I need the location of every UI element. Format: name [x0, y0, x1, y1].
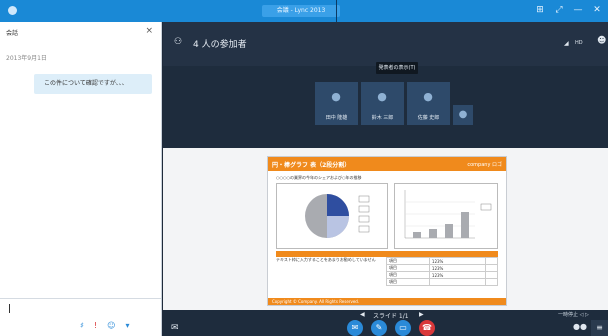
- table-cell: 123%: [428, 257, 487, 265]
- table-cell: 123%: [428, 271, 487, 279]
- participant-count[interactable]: 4 人の参加者: [193, 37, 247, 50]
- avatar-icon: ●: [331, 90, 341, 103]
- expand-icon[interactable]: ⤢: [554, 5, 564, 15]
- table-row: 項目 123%: [386, 271, 498, 279]
- minimize-icon[interactable]: —: [573, 5, 583, 15]
- self-tile[interactable]: ●: [453, 105, 473, 125]
- window-controls: ⊞ ⤢ — ✕: [535, 5, 602, 15]
- tooltip: 発表者の表示(T): [376, 62, 418, 74]
- emoticon-icon[interactable]: ☺: [107, 321, 115, 330]
- slide-table: 項目 123% 項目 123% 項目 123% 項目: [386, 257, 498, 286]
- participant-gallery: ● 田中 隆雄 ● 鈴木 三郎 ● 佐藤 史郎 ●: [315, 82, 473, 125]
- chat-date: 2013年9月1日: [6, 55, 47, 62]
- quality-label: HD: [575, 40, 583, 46]
- participant-tile[interactable]: ● 佐藤 史郎: [407, 82, 450, 125]
- pie-chart-box: [276, 183, 388, 249]
- signal-icon: ◢: [564, 40, 569, 47]
- person-icon[interactable]: ☻: [597, 36, 606, 46]
- presented-slide: 円・棒グラフ 表（2段分割） company ロゴ ○○○○の業界の今年のシェア…: [267, 156, 507, 306]
- table-cell: [485, 264, 498, 272]
- pie-legend-item: [358, 215, 370, 223]
- bar: [413, 232, 421, 238]
- hangup-button[interactable]: ☎: [419, 320, 435, 336]
- participants-toggle-icon[interactable]: ≡: [591, 320, 608, 336]
- participant-name: 田中 隆雄: [325, 115, 348, 121]
- presentation-controls[interactable]: 一時停止 ◁ ▷: [558, 311, 589, 318]
- pie-slice-light: [327, 216, 349, 238]
- important-icon[interactable]: !: [94, 321, 97, 330]
- close-icon[interactable]: ✕: [592, 5, 602, 15]
- avatar-icon: ●: [423, 90, 433, 103]
- slide-footer-text: Copyright © Company. All Rights Reserved…: [272, 299, 360, 304]
- pie-legend-item: [358, 225, 370, 233]
- table-cell: 項目: [386, 257, 430, 265]
- slide-title: 円・棒グラフ 表（2段分割）: [272, 162, 351, 169]
- previous-slide-icon[interactable]: ◀: [360, 311, 365, 318]
- lync-logo-icon: [8, 6, 17, 15]
- participant-tile[interactable]: ● 鈴木 三郎: [361, 82, 404, 125]
- table-cell: 項目: [386, 271, 430, 279]
- im-button[interactable]: ✉: [347, 320, 363, 336]
- pie-slice-blue: [327, 194, 349, 216]
- table-cell: [485, 271, 498, 279]
- close-chat-icon[interactable]: ×: [145, 26, 153, 36]
- participant-name: 佐藤 史郎: [417, 115, 440, 121]
- present-button[interactable]: ▭: [395, 320, 411, 336]
- next-slide-icon[interactable]: ▶: [419, 311, 424, 318]
- pie-legend-item: [358, 195, 370, 203]
- table-cell: [485, 278, 498, 286]
- table-cell: [485, 257, 498, 265]
- table-cell: 項目: [386, 264, 430, 272]
- bar-chart: [404, 190, 492, 239]
- bar-legend-item: [480, 203, 492, 211]
- bar: [461, 212, 469, 238]
- slide-subtitle: ○○○○の業界の今年のシェアおよび○年の推移: [276, 175, 362, 180]
- call-controls: ✉ ✉ ✎ ▭ ☎ ●● ≡: [163, 320, 608, 336]
- title-bar: 会議 - Lync 2013 ⊞ ⤢ — ✕: [0, 0, 608, 22]
- meeting-header: ⚇ 4 人の参加者 ◢ HD ☻: [163, 22, 608, 66]
- slide-header: 円・棒グラフ 表（2段分割） company ロゴ: [268, 157, 506, 171]
- participant-name: 鈴木 三郎: [371, 115, 394, 121]
- avatar-icon: ●: [377, 90, 387, 103]
- slide-footer: Copyright © Company. All Rights Reserved…: [268, 298, 506, 305]
- slide-brand: company ロゴ: [467, 162, 502, 168]
- input-divider: [0, 298, 161, 299]
- table-row: 項目: [386, 278, 498, 286]
- chat-message: この件について確認ですが、、、: [34, 74, 152, 94]
- attach-icon[interactable]: ♯: [80, 321, 84, 330]
- table-cell: [428, 278, 487, 286]
- table-row: 項目 123%: [386, 264, 498, 272]
- bar-chart-box: [394, 183, 498, 249]
- more-options-icon[interactable]: ●●: [573, 322, 587, 331]
- participant-tile[interactable]: ● 田中 隆雄: [315, 82, 358, 125]
- content-stage: 円・棒グラフ 表（2段分割） company ロゴ ○○○○の業界の今年のシェア…: [163, 148, 608, 310]
- pie-chart: [305, 194, 370, 238]
- table-cell: 項目: [386, 278, 430, 286]
- message-input[interactable]: [9, 304, 10, 313]
- chat-panel: 会話 × 2013年9月1日 この件について確認ですが、、、 ♯ ! ☺ ▾: [0, 22, 162, 336]
- slide-pager: ◀ スライド 1/1 ▶ 一時停止 ◁ ▷: [163, 310, 608, 320]
- pie-legend-item: [358, 205, 370, 213]
- table-cell: 123%: [428, 264, 487, 272]
- participants-icon[interactable]: ⚇: [174, 37, 186, 47]
- meeting-area: ⚇ 4 人の参加者 ◢ HD ☻ 発表者の表示(T) ● 田中 隆雄 ● 鈴木 …: [163, 22, 608, 336]
- dropdown-icon[interactable]: ▾: [125, 321, 129, 330]
- bar: [445, 224, 453, 238]
- table-row: 項目 123%: [386, 257, 498, 265]
- chat-toolbar: ♯ ! ☺ ▾: [80, 321, 129, 330]
- video-button[interactable]: ✎: [371, 320, 387, 336]
- chat-icon[interactable]: ✉: [171, 323, 179, 333]
- window-title: 会議 - Lync 2013: [262, 5, 340, 17]
- layout-icon[interactable]: ⊞: [535, 5, 545, 15]
- title-divider: [336, 0, 337, 22]
- slide-side-text: テキスト枠に入力することをあまりお勧めしていません: [276, 257, 376, 262]
- avatar-icon: ●: [458, 109, 468, 120]
- slide-counter: スライド 1/1: [373, 313, 409, 320]
- chat-title: 会話: [6, 30, 19, 37]
- chat-header: 会話 ×: [0, 22, 161, 42]
- bar: [429, 229, 437, 238]
